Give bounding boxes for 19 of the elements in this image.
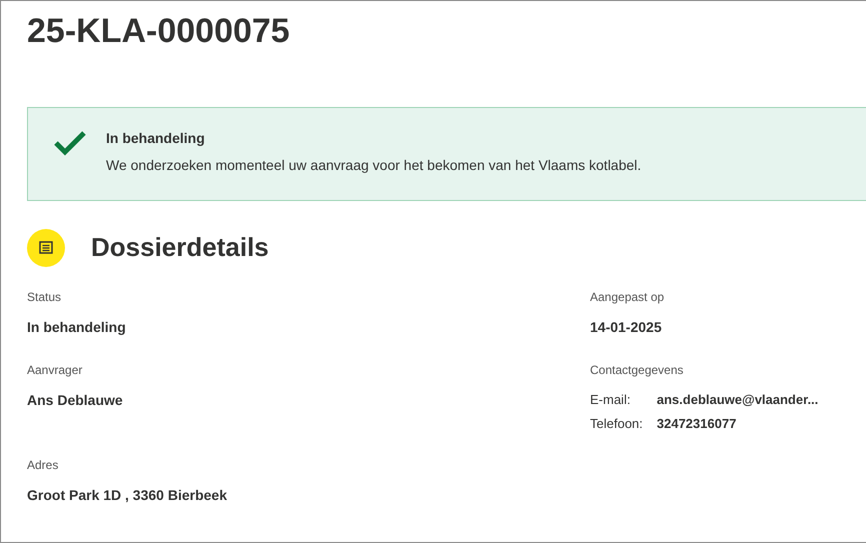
field-value: 14-01-2025 [590, 318, 662, 337]
field-value: In behandeling [27, 318, 126, 337]
contact-value: 32472316077 [656, 414, 738, 432]
checkmark-icon [54, 130, 86, 156]
alert-message: We onderzoeken momenteel uw aanvraag voor het bekomen van het Vlaams kotlabel. [106, 156, 642, 175]
field-label: Aangepast op [590, 289, 664, 305]
field-label: Status [27, 289, 62, 305]
alert-title: In behandeling [106, 129, 205, 148]
field-label: Aanvrager [27, 362, 82, 378]
section-title: Dossierdetails [91, 231, 269, 264]
contact-label: E-mail: [590, 391, 632, 409]
field-label: Adres [27, 457, 58, 473]
field-label: Contactgegevens [590, 362, 684, 378]
contact-value: ans.deblauwe@vlaander... [656, 391, 818, 409]
page-title: 25-KLA-0000075 [27, 11, 290, 51]
contact-label: Telefoon: [590, 414, 643, 432]
field-value: Groot Park 1D , 3360 Bierbeek [27, 486, 227, 505]
document-icon [27, 228, 65, 266]
field-value: Ans Deblauwe [27, 391, 123, 410]
